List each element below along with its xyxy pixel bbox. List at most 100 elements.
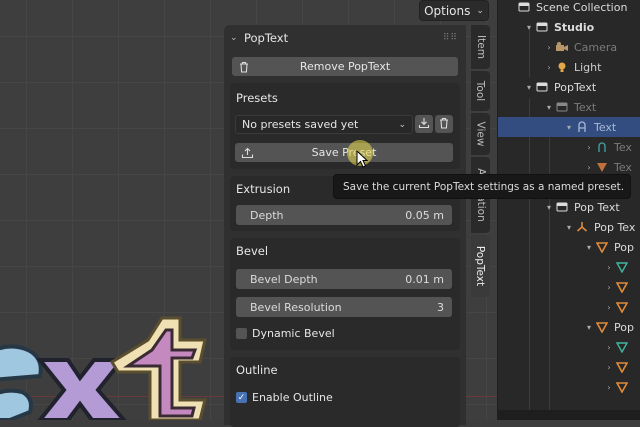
- text-data-icon: [594, 140, 610, 154]
- tab-item[interactable]: Item: [471, 25, 490, 69]
- tab-view[interactable]: View: [471, 113, 490, 155]
- save-preset-button[interactable]: Save Preset: [235, 143, 453, 162]
- text-object-icon: [574, 120, 590, 134]
- bevel-resolution-field[interactable]: Bevel Resolution 3: [236, 297, 452, 317]
- outliner-row-scene-collection[interactable]: Scene Collection: [498, 0, 640, 17]
- enable-outline-label: Enable Outline: [252, 391, 333, 404]
- remove-poptext-button[interactable]: Remove PopText: [232, 57, 458, 76]
- checkmark-icon[interactable]: ✓: [236, 392, 247, 403]
- modifier-icon: [614, 360, 630, 374]
- delete-preset-button[interactable]: [435, 115, 453, 133]
- collapse-chevron-icon[interactable]: ⌄: [230, 33, 244, 43]
- poptext-3d-letters: [0, 316, 207, 420]
- outliner-row-text-data[interactable]: › Tex: [498, 137, 640, 157]
- preset-select[interactable]: No presets saved yet ⌄: [235, 115, 413, 134]
- expand-chevron-icon[interactable]: ›: [604, 263, 614, 272]
- import-preset-button[interactable]: [415, 115, 433, 133]
- mesh-icon: [594, 240, 610, 254]
- outliner-row-pop-mesh-1[interactable]: ▾ Pop: [498, 237, 640, 257]
- outliner-row-pop-modifier-1[interactable]: ›: [498, 277, 640, 297]
- light-icon: [554, 60, 570, 74]
- outliner-row-pop-mesh-data[interactable]: ›: [498, 257, 640, 277]
- panel-header[interactable]: ⌄ PopText ⠿⠿: [230, 29, 458, 47]
- outliner-row-pop-mesh-2[interactable]: ▾ Pop: [498, 317, 640, 337]
- expand-chevron-icon[interactable]: ›: [584, 143, 594, 152]
- mouse-pointer-icon: [356, 150, 368, 168]
- panel-title: PopText: [244, 31, 289, 45]
- outliner-row-pop-mesh-data-2[interactable]: ›: [498, 337, 640, 357]
- tab-tool-label: Tool: [474, 80, 487, 102]
- outliner-row-text-collection[interactable]: ▾ Text: [498, 97, 640, 117]
- outliner[interactable]: Scene Collection ▾ Studio › Camera › Lig…: [497, 0, 640, 420]
- dynamic-bevel-box[interactable]: [236, 328, 247, 339]
- expand-chevron-icon[interactable]: ›: [604, 363, 614, 372]
- expand-chevron-icon[interactable]: ▾: [524, 83, 534, 92]
- expand-chevron-icon[interactable]: ▾: [584, 323, 594, 332]
- empty-icon: [574, 220, 590, 234]
- outliner-row-text-object[interactable]: ▾ Text: [498, 117, 640, 137]
- scene-collection-icon: [516, 0, 532, 14]
- outliner-row-studio[interactable]: ▾ Studio: [498, 17, 640, 37]
- tab-poptext[interactable]: PopText: [471, 235, 490, 297]
- bevel-depth-field[interactable]: Bevel Depth 0.01 m: [236, 269, 452, 289]
- presets-heading: Presets: [236, 91, 278, 105]
- enable-outline-checkbox[interactable]: ✓ Enable Outline: [236, 391, 333, 404]
- modifier-icon: [614, 280, 630, 294]
- sidebar-tabs: Item Tool View Animation PopText: [470, 25, 490, 425]
- mesh-icon: [594, 320, 610, 334]
- outliner-row-label: Tex: [614, 160, 632, 174]
- outline-section: Outline ✓ Enable Outline: [230, 357, 460, 427]
- expand-chevron-icon[interactable]: ▾: [544, 103, 554, 112]
- save-preset-tooltip: Save the current PopText settings as a n…: [333, 174, 631, 199]
- trash-icon: [238, 57, 250, 76]
- camera-icon: [554, 40, 570, 54]
- dynamic-bevel-checkbox[interactable]: Dynamic Bevel: [236, 327, 335, 340]
- expand-chevron-icon[interactable]: ▾: [544, 203, 554, 212]
- tab-item-label: Item: [474, 35, 487, 59]
- expand-chevron-icon[interactable]: ›: [604, 383, 614, 392]
- depth-label: Depth: [250, 208, 284, 222]
- expand-chevron-icon[interactable]: ›: [584, 163, 594, 172]
- outliner-footer: [498, 410, 640, 420]
- expand-chevron-icon[interactable]: ▾: [564, 123, 574, 132]
- outliner-row-label: Tex: [614, 140, 632, 154]
- extrusion-heading: Extrusion: [236, 182, 291, 196]
- tab-poptext-label: PopText: [474, 245, 487, 287]
- outliner-row-label: Camera: [574, 40, 618, 54]
- expand-chevron-icon[interactable]: ›: [604, 283, 614, 292]
- expand-chevron-icon[interactable]: ›: [544, 63, 554, 72]
- tab-view-label: View: [474, 121, 487, 147]
- mesh-data-icon: [614, 340, 630, 354]
- expand-chevron-icon[interactable]: ▾: [564, 223, 574, 232]
- depth-field[interactable]: Depth 0.05 m: [236, 205, 452, 225]
- outliner-row-label: Text: [594, 120, 617, 134]
- modifier-icon: [594, 160, 610, 174]
- expand-chevron-icon[interactable]: ›: [604, 303, 614, 312]
- outliner-row-light[interactable]: › Light: [498, 57, 640, 77]
- options-dropdown-button[interactable]: Options ⌄: [419, 0, 489, 21]
- chevron-down-icon: ⌄: [398, 119, 406, 130]
- tab-tool[interactable]: Tool: [471, 71, 490, 111]
- outliner-row-pop-text-collection[interactable]: ▾ Pop Text: [498, 197, 640, 217]
- outliner-row-label: Pop: [614, 240, 634, 254]
- outliner-row-pop-text-empty[interactable]: ▾ Pop Tex: [498, 217, 640, 237]
- bevel-resolution-value: 3: [437, 300, 444, 314]
- outliner-row-pop-modifier-3[interactable]: ›: [498, 357, 640, 377]
- outliner-row-camera[interactable]: › Camera: [498, 37, 640, 57]
- expand-chevron-icon[interactable]: ›: [604, 343, 614, 352]
- mesh-data-icon: [614, 260, 630, 274]
- expand-chevron-icon[interactable]: ▾: [524, 23, 534, 32]
- outliner-row-label: Pop: [614, 320, 634, 334]
- collection-icon: [554, 100, 570, 114]
- outliner-row-label: PopText: [554, 80, 597, 94]
- outliner-row-label: Light: [574, 60, 602, 74]
- outliner-row-label: Pop Text: [574, 200, 620, 214]
- chevron-down-icon: ⌄: [476, 5, 484, 16]
- outline-heading: Outline: [236, 363, 278, 377]
- expand-chevron-icon[interactable]: ›: [544, 43, 554, 52]
- outliner-row-poptext-collection[interactable]: ▾ PopText: [498, 77, 640, 97]
- outliner-row-pop-modifier-4[interactable]: ›: [498, 377, 640, 397]
- expand-chevron-icon[interactable]: ▾: [584, 243, 594, 252]
- outliner-row-pop-modifier-2[interactable]: ›: [498, 297, 640, 317]
- drag-grip-icon[interactable]: ⠿⠿: [443, 33, 458, 43]
